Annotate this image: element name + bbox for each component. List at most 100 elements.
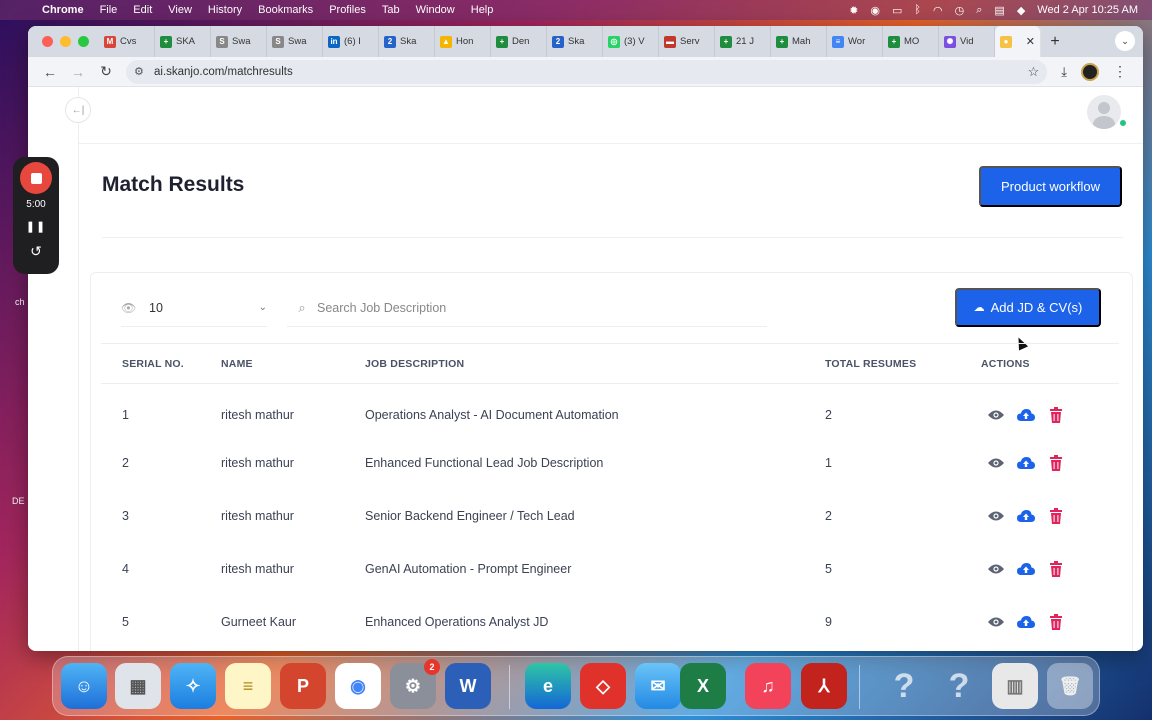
menu-profiles[interactable]: Profiles: [321, 4, 374, 16]
bookmark-star-icon[interactable]: ☆: [1028, 64, 1040, 80]
word-icon[interactable]: W: [445, 663, 491, 709]
acrobat-icon[interactable]: ⅄: [801, 663, 847, 709]
notes-icon[interactable]: ≡: [225, 663, 271, 709]
tab-item[interactable]: + SKA: [155, 26, 211, 57]
table-row[interactable]: 2 ritesh mathur Enhanced Functional Lead J…: [101, 437, 1119, 490]
more-menu-icon[interactable]: ⋮: [1113, 63, 1127, 80]
page-size-select[interactable]: 👁 10 ⌄: [121, 289, 267, 327]
table-row[interactable]: 1 ritesh mathur Operations Analyst - AI Do…: [101, 384, 1119, 437]
back-arrow-icon[interactable]: ←: [36, 64, 64, 80]
bluetooth-icon[interactable]: ᛒ: [914, 4, 921, 16]
excel-icon[interactable]: X: [680, 663, 726, 709]
mail-icon[interactable]: ✉: [635, 663, 681, 709]
desktop-file-label[interactable]: ch: [15, 297, 25, 307]
music-icon[interactable]: ♫: [745, 663, 791, 709]
time-machine-icon[interactable]: ◷: [955, 4, 965, 17]
menubar-clock[interactable]: Wed 2 Apr 10:25 AM: [1037, 4, 1138, 16]
desktop-file-label[interactable]: DE: [12, 496, 25, 506]
upload-cloud-icon[interactable]: [1017, 454, 1035, 472]
launchpad-icon[interactable]: ▦: [115, 663, 161, 709]
tab-item[interactable]: M Cvs: [99, 26, 155, 57]
brightness-icon[interactable]: ✹: [849, 4, 858, 17]
window-close-button[interactable]: [42, 36, 53, 47]
menu-edit[interactable]: Edit: [125, 4, 160, 16]
pause-icon[interactable]: ❚❚: [26, 220, 46, 233]
view-eye-icon[interactable]: [987, 613, 1005, 631]
safari-icon[interactable]: ✧: [170, 663, 216, 709]
menu-tab[interactable]: Tab: [374, 4, 408, 16]
tab-item[interactable]: 2 Ska: [379, 26, 435, 57]
address-bar[interactable]: ⚙ ai.skanjo.com/matchresults ☆: [126, 59, 1048, 84]
menu-help[interactable]: Help: [463, 4, 502, 16]
user-avatar[interactable]: [1087, 95, 1121, 129]
view-eye-icon[interactable]: [987, 507, 1005, 525]
search-job-description[interactable]: ⌕ Search Job Description: [287, 289, 767, 327]
delete-trash-icon[interactable]: [1047, 406, 1065, 424]
header-name[interactable]: NAME: [221, 343, 365, 384]
table-row[interactable]: 5 Gurneet Kaur Enhanced Operations Analyst…: [101, 596, 1119, 649]
add-jd-cv-button[interactable]: ☁ Add JD & CV(s): [955, 288, 1101, 327]
tab-item[interactable]: ≡ Wor: [827, 26, 883, 57]
tab-item[interactable]: S Swa: [267, 26, 323, 57]
stop-recording-button[interactable]: [20, 162, 52, 194]
upload-cloud-icon[interactable]: [1017, 507, 1035, 525]
tab-item[interactable]: ◎ (3) V: [603, 26, 659, 57]
sidebar-collapse-icon[interactable]: ←|: [65, 97, 91, 123]
edge-icon[interactable]: e: [525, 663, 571, 709]
header-serial[interactable]: SERIAL NO.: [101, 343, 221, 384]
profile-avatar[interactable]: [1081, 62, 1099, 81]
restart-icon[interactable]: ↺: [30, 243, 42, 260]
delete-trash-icon[interactable]: [1047, 454, 1065, 472]
upload-cloud-icon[interactable]: [1017, 613, 1035, 631]
tab-item[interactable]: + Den: [491, 26, 547, 57]
tab-item[interactable]: + Mah: [771, 26, 827, 57]
trash-icon[interactable]: 🗑: [1047, 663, 1093, 709]
view-eye-icon[interactable]: [987, 560, 1005, 578]
battery-icon[interactable]: ▭: [892, 4, 902, 17]
tab-item[interactable]: ✺ Vid: [939, 26, 995, 57]
search-placeholder[interactable]: Search Job Description: [317, 301, 446, 315]
chrome-icon[interactable]: ◉: [335, 663, 381, 709]
window-minimize-button[interactable]: [60, 36, 71, 47]
menu-history[interactable]: History: [200, 4, 250, 16]
view-eye-icon[interactable]: [987, 406, 1005, 424]
reload-icon[interactable]: ↻: [92, 63, 120, 80]
table-row[interactable]: 4 ritesh mathur GenAI Automation - Prompt …: [101, 543, 1119, 596]
wifi-icon[interactable]: ◠: [933, 4, 943, 17]
archive-file-icon[interactable]: ▥: [992, 663, 1038, 709]
close-tab-icon[interactable]: ✕: [1026, 35, 1035, 48]
unknown-app-icon[interactable]: ?: [881, 663, 927, 709]
site-info-icon[interactable]: ⚙: [134, 65, 154, 78]
view-eye-icon[interactable]: [987, 454, 1005, 472]
upload-cloud-icon[interactable]: [1017, 406, 1035, 424]
table-row[interactable]: 3 ritesh mathur Senior Backend Engineer / …: [101, 490, 1119, 543]
delete-trash-icon[interactable]: [1047, 613, 1065, 631]
forward-arrow-icon[interactable]: →: [64, 64, 92, 80]
tab-item[interactable]: +21 J: [715, 26, 771, 57]
new-tab-button[interactable]: +: [1041, 33, 1069, 51]
siri-icon[interactable]: ◆: [1017, 4, 1025, 17]
menu-bookmarks[interactable]: Bookmarks: [250, 4, 321, 16]
tab-item[interactable]: S Swa: [211, 26, 267, 57]
delete-trash-icon[interactable]: [1047, 560, 1065, 578]
tab-item[interactable]: 2 Ska: [547, 26, 603, 57]
address-url[interactable]: ai.skanjo.com/matchresults: [154, 66, 293, 78]
downloads-icon[interactable]: ⤓: [1061, 64, 1067, 80]
header-total-resumes[interactable]: TOTAL RESUMES: [825, 343, 981, 384]
upload-cloud-icon[interactable]: [1017, 560, 1035, 578]
unknown-app-icon[interactable]: ?: [936, 663, 982, 709]
window-fullscreen-button[interactable]: [78, 36, 89, 47]
tab-item[interactable]: in (6) I: [323, 26, 379, 57]
menu-view[interactable]: View: [160, 4, 200, 16]
menu-window[interactable]: Window: [408, 4, 463, 16]
system-settings-icon[interactable]: ⚙ 2: [390, 659, 440, 709]
tab-item[interactable]: ▲ Hon: [435, 26, 491, 57]
anydesk-icon[interactable]: ◇: [580, 663, 626, 709]
tab-item[interactable]: ▬ Serv: [659, 26, 715, 57]
header-job-description[interactable]: JOB DESCRIPTION: [365, 343, 825, 384]
record-status-icon[interactable]: ◉: [870, 4, 880, 17]
menu-file[interactable]: File: [92, 4, 126, 16]
tab-item[interactable]: + MO: [883, 26, 939, 57]
control-center-icon[interactable]: ▤: [994, 4, 1004, 17]
menu-app-chrome[interactable]: Chrome: [34, 4, 92, 16]
